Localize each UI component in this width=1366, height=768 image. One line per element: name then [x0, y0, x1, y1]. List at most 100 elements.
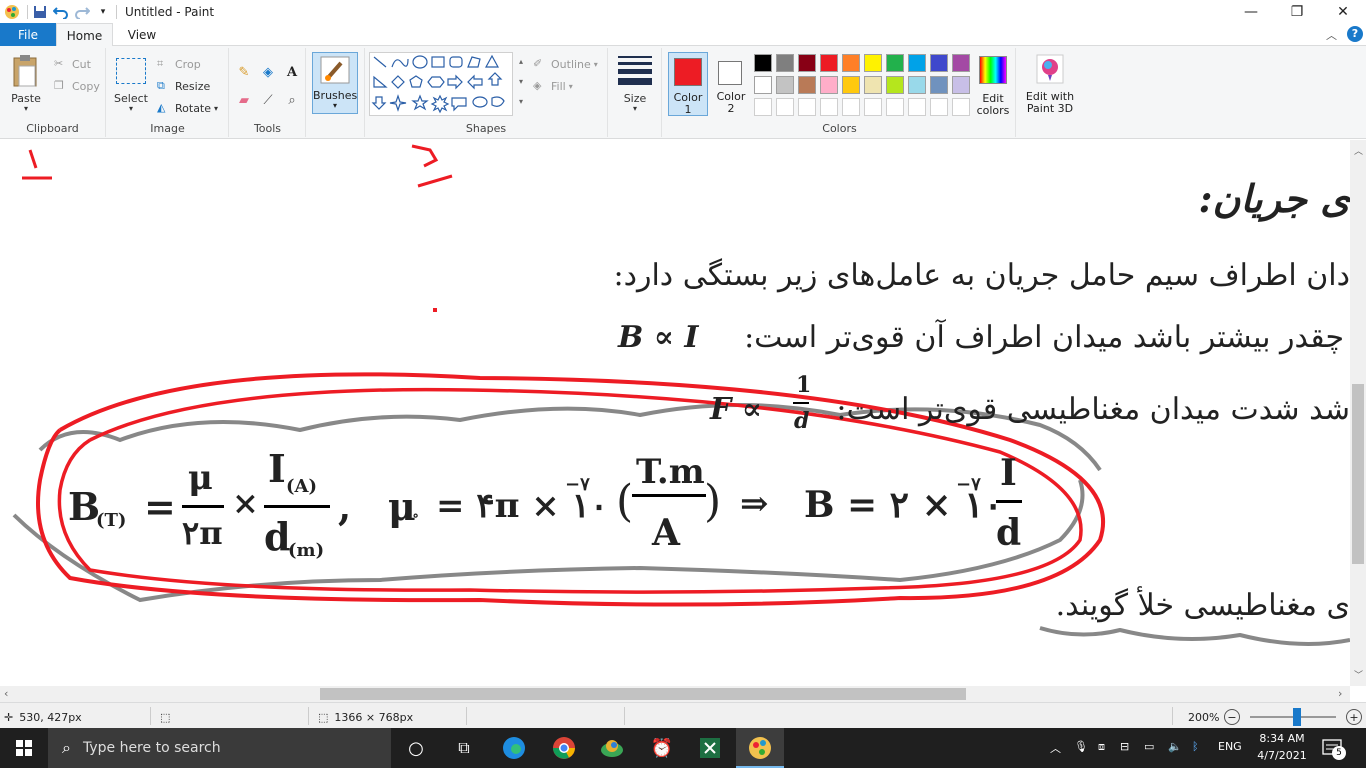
- scroll-down-icon[interactable]: ﹀: [1354, 668, 1363, 681]
- taskbar-search[interactable]: ⌕ Type here to search: [48, 728, 391, 768]
- palette-custom-slot[interactable]: [776, 98, 794, 116]
- eraser-icon[interactable]: ▰: [234, 90, 254, 110]
- scroll-left-icon[interactable]: ‹: [4, 687, 8, 700]
- palette-swatch[interactable]: [952, 54, 970, 72]
- palette-swatch[interactable]: [952, 76, 970, 94]
- palette-custom-slot[interactable]: [864, 98, 882, 116]
- redo-icon[interactable]: [73, 3, 91, 21]
- drawing-canvas[interactable]: ی جریان: دان اطراف سیم حامل جریان به عام…: [0, 140, 1350, 686]
- tab-home[interactable]: Home: [56, 23, 113, 47]
- copy-button[interactable]: ❐ Copy: [54, 76, 100, 96]
- select-icon[interactable]: [116, 58, 146, 84]
- excel-app-icon[interactable]: [694, 732, 726, 764]
- palette-custom-slot[interactable]: [798, 98, 816, 116]
- cortana-icon[interactable]: ○: [400, 732, 432, 764]
- cut-button[interactable]: ✂ Cut: [54, 54, 91, 74]
- palette-custom-slot[interactable]: [930, 98, 948, 116]
- color-picker-icon[interactable]: ⟋: [258, 90, 278, 110]
- zoom-slider-thumb[interactable]: [1293, 708, 1301, 726]
- windows-start-icon[interactable]: [8, 732, 40, 764]
- palette-swatch[interactable]: [908, 76, 926, 94]
- scroll-up-icon[interactable]: ︿: [1354, 144, 1363, 157]
- palette-swatch[interactable]: [842, 54, 860, 72]
- palette-custom-slot[interactable]: [842, 98, 860, 116]
- tray-app-icon[interactable]: ⧈: [1098, 740, 1105, 754]
- palette-swatch[interactable]: [776, 76, 794, 94]
- shapes-gallery[interactable]: [369, 52, 513, 116]
- chrome-icon[interactable]: [548, 732, 580, 764]
- palette-swatch[interactable]: [864, 76, 882, 94]
- pencil-icon[interactable]: ✎: [234, 62, 254, 82]
- shapes-scroll[interactable]: ▴ ▾ ▾: [515, 52, 527, 116]
- size-dropdown-icon[interactable]: ▾: [614, 104, 656, 113]
- size-icon[interactable]: [618, 56, 652, 85]
- rotate-button[interactable]: ◭ Rotate ▾: [157, 98, 218, 118]
- palette-swatch[interactable]: [776, 54, 794, 72]
- maximize-button[interactable]: ❐: [1274, 0, 1320, 23]
- microphone-icon[interactable]: 🎙: [1074, 740, 1088, 753]
- scroll-right-icon[interactable]: ›: [1338, 687, 1342, 700]
- outline-button[interactable]: ✐ Outline ▾: [533, 54, 598, 74]
- vertical-scroll-thumb[interactable]: [1352, 384, 1364, 564]
- fill-button[interactable]: ◈ Fill ▾: [533, 76, 573, 96]
- palette-custom-slot[interactable]: [886, 98, 904, 116]
- volume-icon[interactable]: 🔈: [1168, 740, 1182, 753]
- zoom-in-button[interactable]: +: [1346, 709, 1362, 725]
- help-icon[interactable]: ?: [1347, 26, 1363, 42]
- zoom-out-button[interactable]: −: [1224, 709, 1240, 725]
- clock-time[interactable]: 8:34 AM: [1254, 732, 1310, 745]
- fill-bucket-icon[interactable]: ◈: [258, 62, 278, 82]
- photos-app-icon[interactable]: [596, 732, 628, 764]
- select-dropdown-icon[interactable]: ▾: [111, 104, 151, 113]
- paste-dropdown-icon[interactable]: ▾: [6, 104, 46, 113]
- edge-icon[interactable]: [498, 732, 530, 764]
- palette-custom-slot[interactable]: [952, 98, 970, 116]
- crop-button[interactable]: ⌗ Crop: [157, 54, 201, 74]
- tray-overflow-icon[interactable]: ︿: [1050, 740, 1061, 756]
- color2-button[interactable]: Color 2: [712, 52, 750, 116]
- palette-custom-slot[interactable]: [908, 98, 926, 116]
- collapse-ribbon-icon[interactable]: ︿: [1326, 27, 1337, 43]
- tab-file[interactable]: File: [0, 23, 56, 46]
- palette-swatch[interactable]: [886, 54, 904, 72]
- palette-swatch[interactable]: [908, 54, 926, 72]
- task-view-icon[interactable]: ⧉: [448, 732, 480, 764]
- vertical-scrollbar[interactable]: ︿ ﹀: [1350, 140, 1366, 686]
- magnifier-icon[interactable]: ⌕: [282, 90, 302, 110]
- save-icon[interactable]: [31, 3, 49, 21]
- undo-icon[interactable]: [52, 3, 70, 21]
- horizontal-scrollbar[interactable]: ‹ ›: [0, 686, 1350, 702]
- close-button[interactable]: ✕: [1320, 0, 1366, 23]
- alarm-clock-icon[interactable]: ⏰: [646, 732, 678, 764]
- edit-colors-button[interactable]: Edit colors: [976, 54, 1010, 117]
- minimize-button[interactable]: —: [1228, 0, 1274, 23]
- color1-button[interactable]: Color 1: [668, 52, 708, 116]
- rotate-dropdown-icon[interactable]: ▾: [214, 104, 218, 113]
- text-tool-icon[interactable]: A: [282, 62, 302, 82]
- network-icon[interactable]: ⊟: [1120, 740, 1129, 753]
- palette-swatch[interactable]: [798, 54, 816, 72]
- palette-swatch[interactable]: [754, 54, 772, 72]
- paint-app-icon[interactable]: [3, 3, 21, 21]
- palette-swatch[interactable]: [886, 76, 904, 94]
- tab-view[interactable]: View: [114, 23, 170, 46]
- language-indicator[interactable]: ENG: [1218, 740, 1242, 753]
- bluetooth-icon[interactable]: ᛒ: [1192, 740, 1199, 753]
- brushes-button[interactable]: Brushes ▾: [312, 52, 358, 114]
- horizontal-scroll-thumb[interactable]: [320, 688, 966, 700]
- palette-swatch[interactable]: [820, 76, 838, 94]
- clock-date[interactable]: 4/7/2021: [1254, 749, 1310, 762]
- edit-with-paint3d-button[interactable]: Edit with Paint 3D: [1022, 54, 1078, 116]
- paint-taskbar-button[interactable]: [736, 728, 784, 768]
- palette-swatch[interactable]: [820, 54, 838, 72]
- customize-toolbar-icon[interactable]: ▾: [94, 3, 112, 21]
- palette-custom-slot[interactable]: [754, 98, 772, 116]
- palette-swatch[interactable]: [930, 76, 948, 94]
- palette-swatch[interactable]: [930, 54, 948, 72]
- notifications-button[interactable]: 5: [1322, 738, 1346, 760]
- battery-icon[interactable]: ▭: [1144, 740, 1154, 753]
- resize-button[interactable]: ⧉ Resize: [157, 76, 210, 96]
- palette-swatch[interactable]: [842, 76, 860, 94]
- palette-custom-slot[interactable]: [820, 98, 838, 116]
- paste-icon[interactable]: [10, 54, 42, 92]
